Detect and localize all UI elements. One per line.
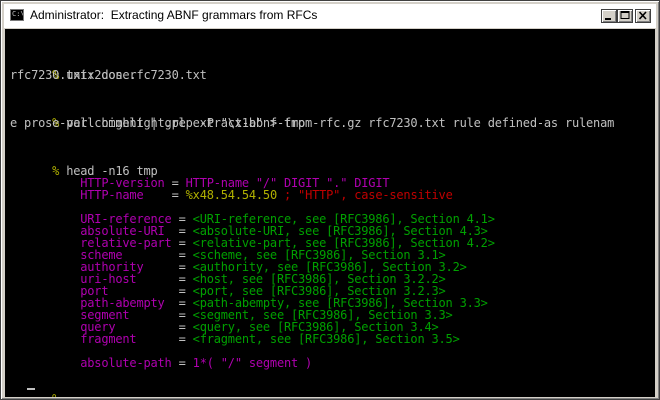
rulename: HTTP-name xyxy=(52,188,165,202)
grammar-line: scheme = <scheme, see [RFC3986], Section… xyxy=(10,237,446,261)
grammar-line: URI-reference = <URI-reference, see [RFC… xyxy=(10,201,495,225)
grammar-line: absolute-path = 1*( "/" segment ) xyxy=(10,345,312,369)
rule-elements: 1*( "/" segment ) xyxy=(185,356,313,370)
rulename: fragment xyxy=(52,332,172,346)
close-icon xyxy=(638,11,647,20)
text-cursor xyxy=(27,388,35,390)
maximize-icon xyxy=(620,11,630,19)
grammar-line: HTTP-version = HTTP-name "/" DIGIT "." D… xyxy=(10,165,389,189)
grammar-line: authority = <authority, see [RFC3986], S… xyxy=(10,249,467,273)
close-button[interactable] xyxy=(635,9,651,23)
grammar-line: absolute-URI = <absolute-URI, see [RFC39… xyxy=(10,213,488,237)
grammar-line: path-abempty = <path-abempty, see [RFC39… xyxy=(10,285,488,309)
grammar-line: fragment = <fragment, see [RFC3986], Sec… xyxy=(10,321,460,345)
output-line: e prose-val comment | grep -P "\x1b" > t… xyxy=(10,116,306,130)
title-bar[interactable]: C:\ Administrator: Extracting ABNF gramm… xyxy=(4,4,656,28)
minimize-button[interactable] xyxy=(601,9,617,23)
window-title: Administrator: Extracting ABNF grammars … xyxy=(30,8,318,22)
minimize-icon xyxy=(605,18,611,20)
maximize-button[interactable] xyxy=(617,9,633,23)
grammar-line: HTTP-name = %x48.54.54.50 ; "HTTP", case… xyxy=(10,177,453,201)
prose-val: <fragment, see [RFC3986], Section 3.5> xyxy=(185,332,460,346)
console-icon[interactable]: C:\ xyxy=(10,9,24,21)
command-line: % head -n16 tmp xyxy=(10,153,158,177)
comment: ; "HTTP", case-sensitive xyxy=(276,188,453,202)
grammar-line: port = <port, see [RFC3986], Section 3.2… xyxy=(10,273,446,297)
defined-as: = xyxy=(164,188,179,202)
rulename: absolute-path xyxy=(52,356,172,370)
console-window: C:\ Administrator: Extracting ABNF gramm… xyxy=(0,0,660,400)
defined-as: = xyxy=(171,356,186,370)
grammar-line: query = <query, see [RFC3986], Section 3… xyxy=(10,309,438,333)
grammar-line: segment = <segment, see [RFC3986], Secti… xyxy=(10,297,453,321)
grammar-line: uri-host = <host, see [RFC3986], Section… xyxy=(10,261,446,285)
hex-value: %x48.54.54.50 xyxy=(178,188,278,202)
shell-prompt: % xyxy=(52,392,59,397)
defined-as: = xyxy=(171,332,186,346)
console-output[interactable]: % unix2dos rfc7230.txt rfc7230.txt: done… xyxy=(5,29,655,397)
grammar-line: relative-part = <relative-part, see [RFC… xyxy=(10,225,495,249)
output-line: rfc7230.txt: done. xyxy=(10,68,137,82)
final-prompt-line: % xyxy=(10,381,59,397)
